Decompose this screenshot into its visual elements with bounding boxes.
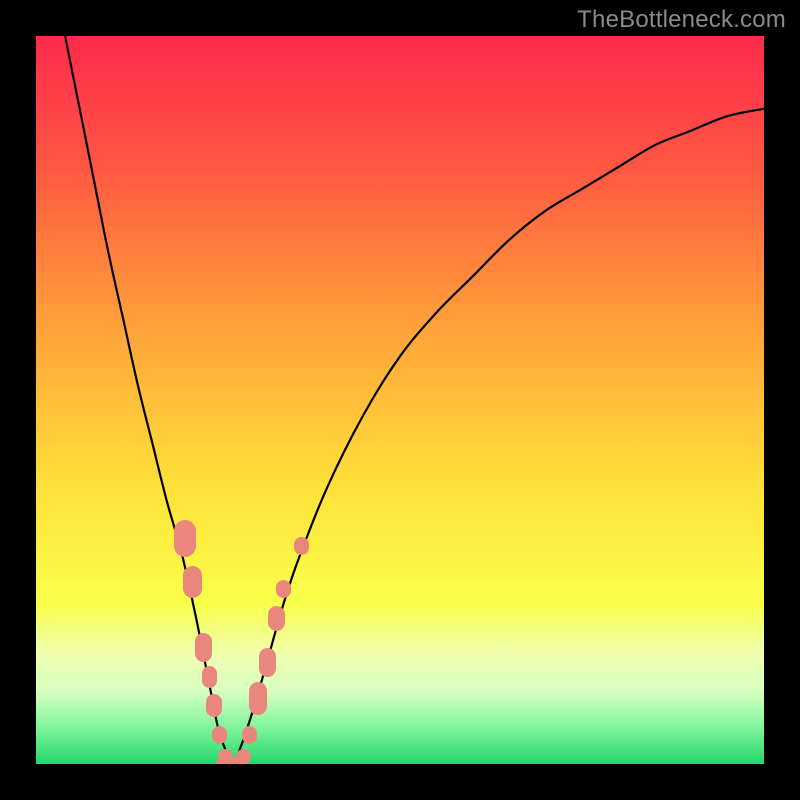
data-marker (294, 537, 309, 555)
data-marker (206, 694, 222, 717)
data-marker (174, 520, 196, 556)
data-marker (268, 606, 285, 631)
data-marker (259, 648, 276, 677)
data-marker (249, 682, 267, 715)
data-marker (202, 666, 217, 688)
data-marker (212, 726, 227, 744)
data-marker (183, 566, 201, 599)
data-marker (236, 749, 251, 764)
bottleneck-curve (36, 36, 764, 764)
data-marker (276, 580, 291, 598)
data-marker (242, 726, 257, 744)
chart-frame: TheBottleneck.com (0, 0, 800, 800)
data-marker (195, 633, 212, 662)
plot-area (36, 36, 764, 764)
watermark-text: TheBottleneck.com (577, 6, 786, 34)
